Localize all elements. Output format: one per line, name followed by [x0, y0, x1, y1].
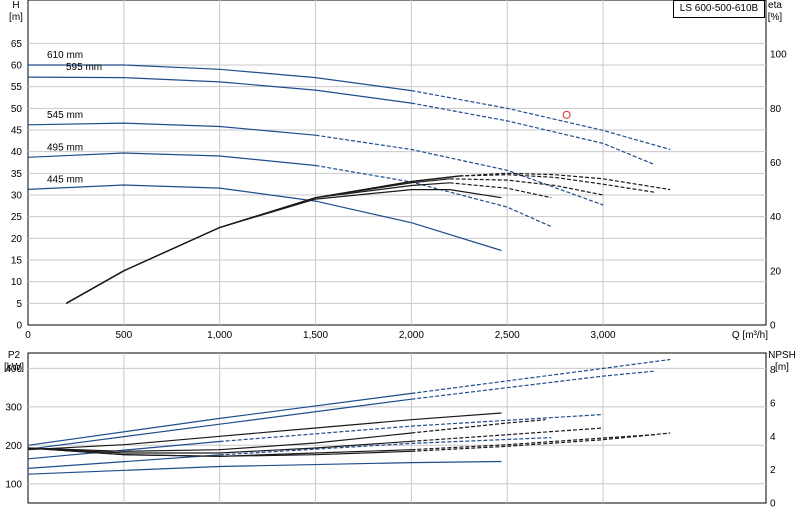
- h-tick-label: 50: [11, 104, 23, 115]
- x-tick-label: 2,000: [399, 330, 424, 341]
- head-curve-label: 610 mm: [47, 50, 83, 61]
- p2-tick-label: 200: [5, 441, 22, 452]
- p2-tick-label: 300: [5, 402, 22, 413]
- h-tick-label: 40: [11, 147, 23, 158]
- x-tick-label: 500: [116, 330, 133, 341]
- eta-axis-unit: [%]: [768, 12, 783, 23]
- npsh-axis-label: NPSH: [768, 350, 796, 361]
- npsh-tick-label: 6: [770, 399, 776, 410]
- p2-axis-unit: [kW]: [4, 362, 24, 373]
- h-axis-unit: [m]: [9, 12, 23, 23]
- eta-tick-label: 100: [770, 50, 787, 61]
- eta-tick-label: 60: [770, 158, 782, 169]
- power-curve-dashed: [411, 370, 655, 400]
- h-tick-label: 60: [11, 61, 23, 72]
- q-axis-label: Q [m³/h]: [732, 330, 768, 341]
- x-tick-label: 0: [25, 330, 31, 341]
- head-curve-595-mm-dashed: [411, 102, 656, 166]
- npsh-tick-label: 0: [770, 499, 776, 510]
- h-tick-label: 10: [11, 277, 23, 288]
- h-tick-label: 15: [11, 256, 23, 267]
- efficiency-curve-dashed: [459, 174, 655, 193]
- head-curve-label: 445 mm: [47, 174, 83, 185]
- npsh-tick-label: 2: [770, 465, 776, 476]
- head-curve-label: 545 mm: [47, 110, 83, 121]
- duty-point-marker: [562, 110, 571, 119]
- p2-axis-label: P2: [8, 350, 21, 361]
- npsh-tick-label: 4: [770, 432, 776, 443]
- head-curve-545-mm-solid: [27, 122, 316, 136]
- h-tick-label: 55: [11, 82, 23, 93]
- h-tick-label: 25: [11, 212, 23, 223]
- npsh-axis-unit: [m]: [775, 362, 789, 373]
- h-tick-label: 5: [16, 299, 22, 310]
- eta-tick-label: 80: [770, 104, 782, 115]
- x-tick-label: 3,000: [591, 330, 616, 341]
- h-tick-label: 0: [16, 321, 22, 332]
- x-tick-label: 2,500: [495, 330, 520, 341]
- p2-tick-label: 100: [5, 479, 22, 490]
- eta-tick-label: 0: [770, 321, 776, 332]
- head-curve-495-mm-solid: [27, 152, 316, 167]
- x-tick-label: 1,500: [303, 330, 328, 341]
- bottom-plot-frame: [27, 352, 767, 504]
- h-tick-label: 45: [11, 126, 23, 137]
- h-tick-label: 30: [11, 191, 23, 202]
- pump-performance-chart: 0 500 1,000 1,500 2,000 2,500 3,00005101520253…: [4, 0, 796, 510]
- top-plot-frame: [27, 0, 767, 326]
- eta-tick-label: 40: [770, 212, 782, 223]
- h-tick-label: 65: [11, 39, 23, 50]
- head-curve-610-mm-dashed: [411, 90, 671, 151]
- pump-curve-figure: LS 600-500-610B 0 500 1,000 1,500 2,000 2,500…: [0, 0, 800, 520]
- eta-tick-label: 20: [770, 266, 782, 277]
- h-tick-label: 35: [11, 169, 23, 180]
- head-curve-label: 595 mm: [66, 62, 102, 73]
- x-tick-label: 1,000: [207, 330, 232, 341]
- h-axis-label: H: [12, 0, 19, 11]
- power-curve-dashed: [411, 358, 671, 394]
- efficiency-curve-solid: [66, 189, 502, 304]
- head-curve-label: 495 mm: [47, 142, 83, 153]
- h-tick-label: 20: [11, 234, 23, 245]
- eta-axis-label: eta: [768, 0, 782, 11]
